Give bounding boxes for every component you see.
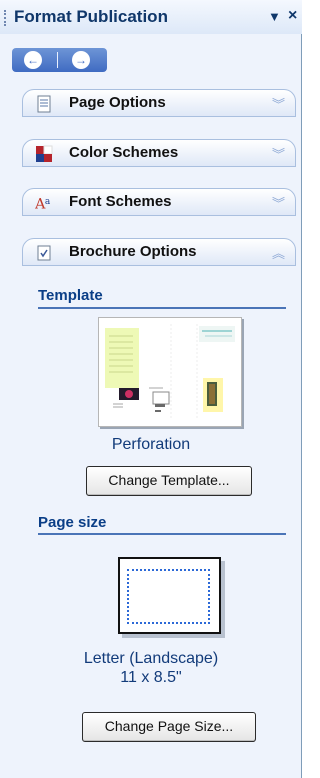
page-size-heading: Page size — [38, 514, 107, 531]
back-arrow-icon[interactable]: ← — [24, 51, 42, 69]
chevron-down-icon[interactable]: ︾ — [272, 94, 285, 113]
template-thumbnail[interactable] — [98, 317, 242, 427]
dropdown-arrow-icon[interactable]: ▼ — [268, 9, 281, 24]
svg-text:a: a — [45, 197, 51, 207]
color-swatch-icon — [36, 145, 53, 162]
page-margin-guide — [127, 569, 210, 624]
template-heading: Template — [38, 287, 103, 304]
pane-titlebar: Format Publication ▼ × — [0, 0, 302, 34]
section-label-page-options: Page Options — [69, 94, 166, 111]
chevron-down-icon[interactable]: ︾ — [272, 144, 285, 163]
section-label-font-schemes: Font Schemes — [69, 193, 172, 210]
template-heading-underline — [38, 307, 286, 309]
close-icon[interactable]: × — [288, 7, 297, 25]
section-font-schemes[interactable]: A a Font Schemes ︾ — [22, 188, 296, 216]
page-size-dimensions: 11 x 8.5" — [120, 669, 182, 686]
section-page-options[interactable]: Page Options ︾ — [22, 89, 296, 117]
change-page-size-button[interactable]: Change Page Size... — [82, 712, 256, 742]
page-size-heading-underline — [38, 533, 286, 535]
drag-grip-icon[interactable] — [4, 10, 8, 26]
page-icon — [37, 95, 51, 113]
pane-title: Format Publication — [14, 7, 168, 26]
template-preview-image — [105, 324, 235, 420]
change-template-button[interactable]: Change Template... — [86, 466, 252, 496]
template-name: Perforation — [111, 436, 191, 453]
font-icon: A a — [35, 196, 51, 212]
chevron-down-icon[interactable]: ︾ — [272, 193, 285, 212]
page-size-thumbnail[interactable] — [118, 557, 221, 634]
section-color-schemes[interactable]: Color Schemes ︾ — [22, 139, 296, 167]
section-label-color-schemes: Color Schemes — [69, 144, 179, 161]
forward-arrow-icon[interactable]: → — [72, 51, 90, 69]
chevron-up-icon[interactable]: ︽ — [272, 243, 285, 262]
section-label-brochure-options: Brochure Options — [69, 243, 197, 260]
format-publication-pane: Format Publication ▼ × ← → Page Options … — [0, 0, 302, 778]
nav-bar: ← → — [12, 48, 107, 72]
nav-separator — [57, 52, 58, 68]
section-brochure-options[interactable]: Brochure Options ︽ — [22, 238, 296, 266]
page-size-name: Letter (Landscape) — [83, 650, 219, 667]
checklist-icon — [37, 245, 51, 261]
